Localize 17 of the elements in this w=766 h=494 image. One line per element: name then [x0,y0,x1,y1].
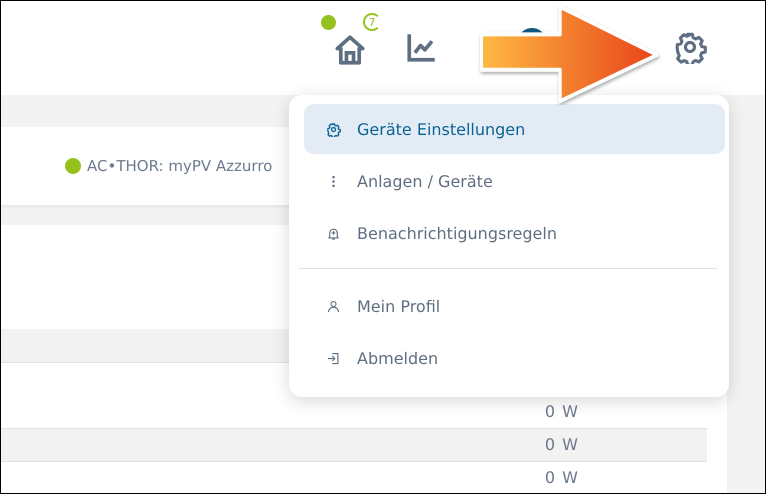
logout-icon [326,350,341,366]
settings-button[interactable] [673,30,709,66]
device-name: AC•THOR: myPV Azzurro [87,157,272,175]
menu-item[interactable]: Abmelden [304,333,725,383]
timer-badge: 7 [363,13,381,31]
status-dot [321,15,336,30]
menu-item[interactable]: Mein Profil [304,281,725,331]
power-value: 0 W [544,402,579,421]
menu-item[interactable]: Anlagen / Geräte [304,156,725,206]
person-icon [326,298,341,314]
power-value: 0 W [544,435,579,454]
menu-item[interactable]: Benachrichtigungsregeln [304,208,725,258]
bell-icon [326,226,341,240]
settings-icon [326,122,341,136]
menu-item[interactable]: Geräte Einstellungen [304,104,725,154]
status-dot [65,158,81,174]
power-value: 0 W [544,468,579,488]
